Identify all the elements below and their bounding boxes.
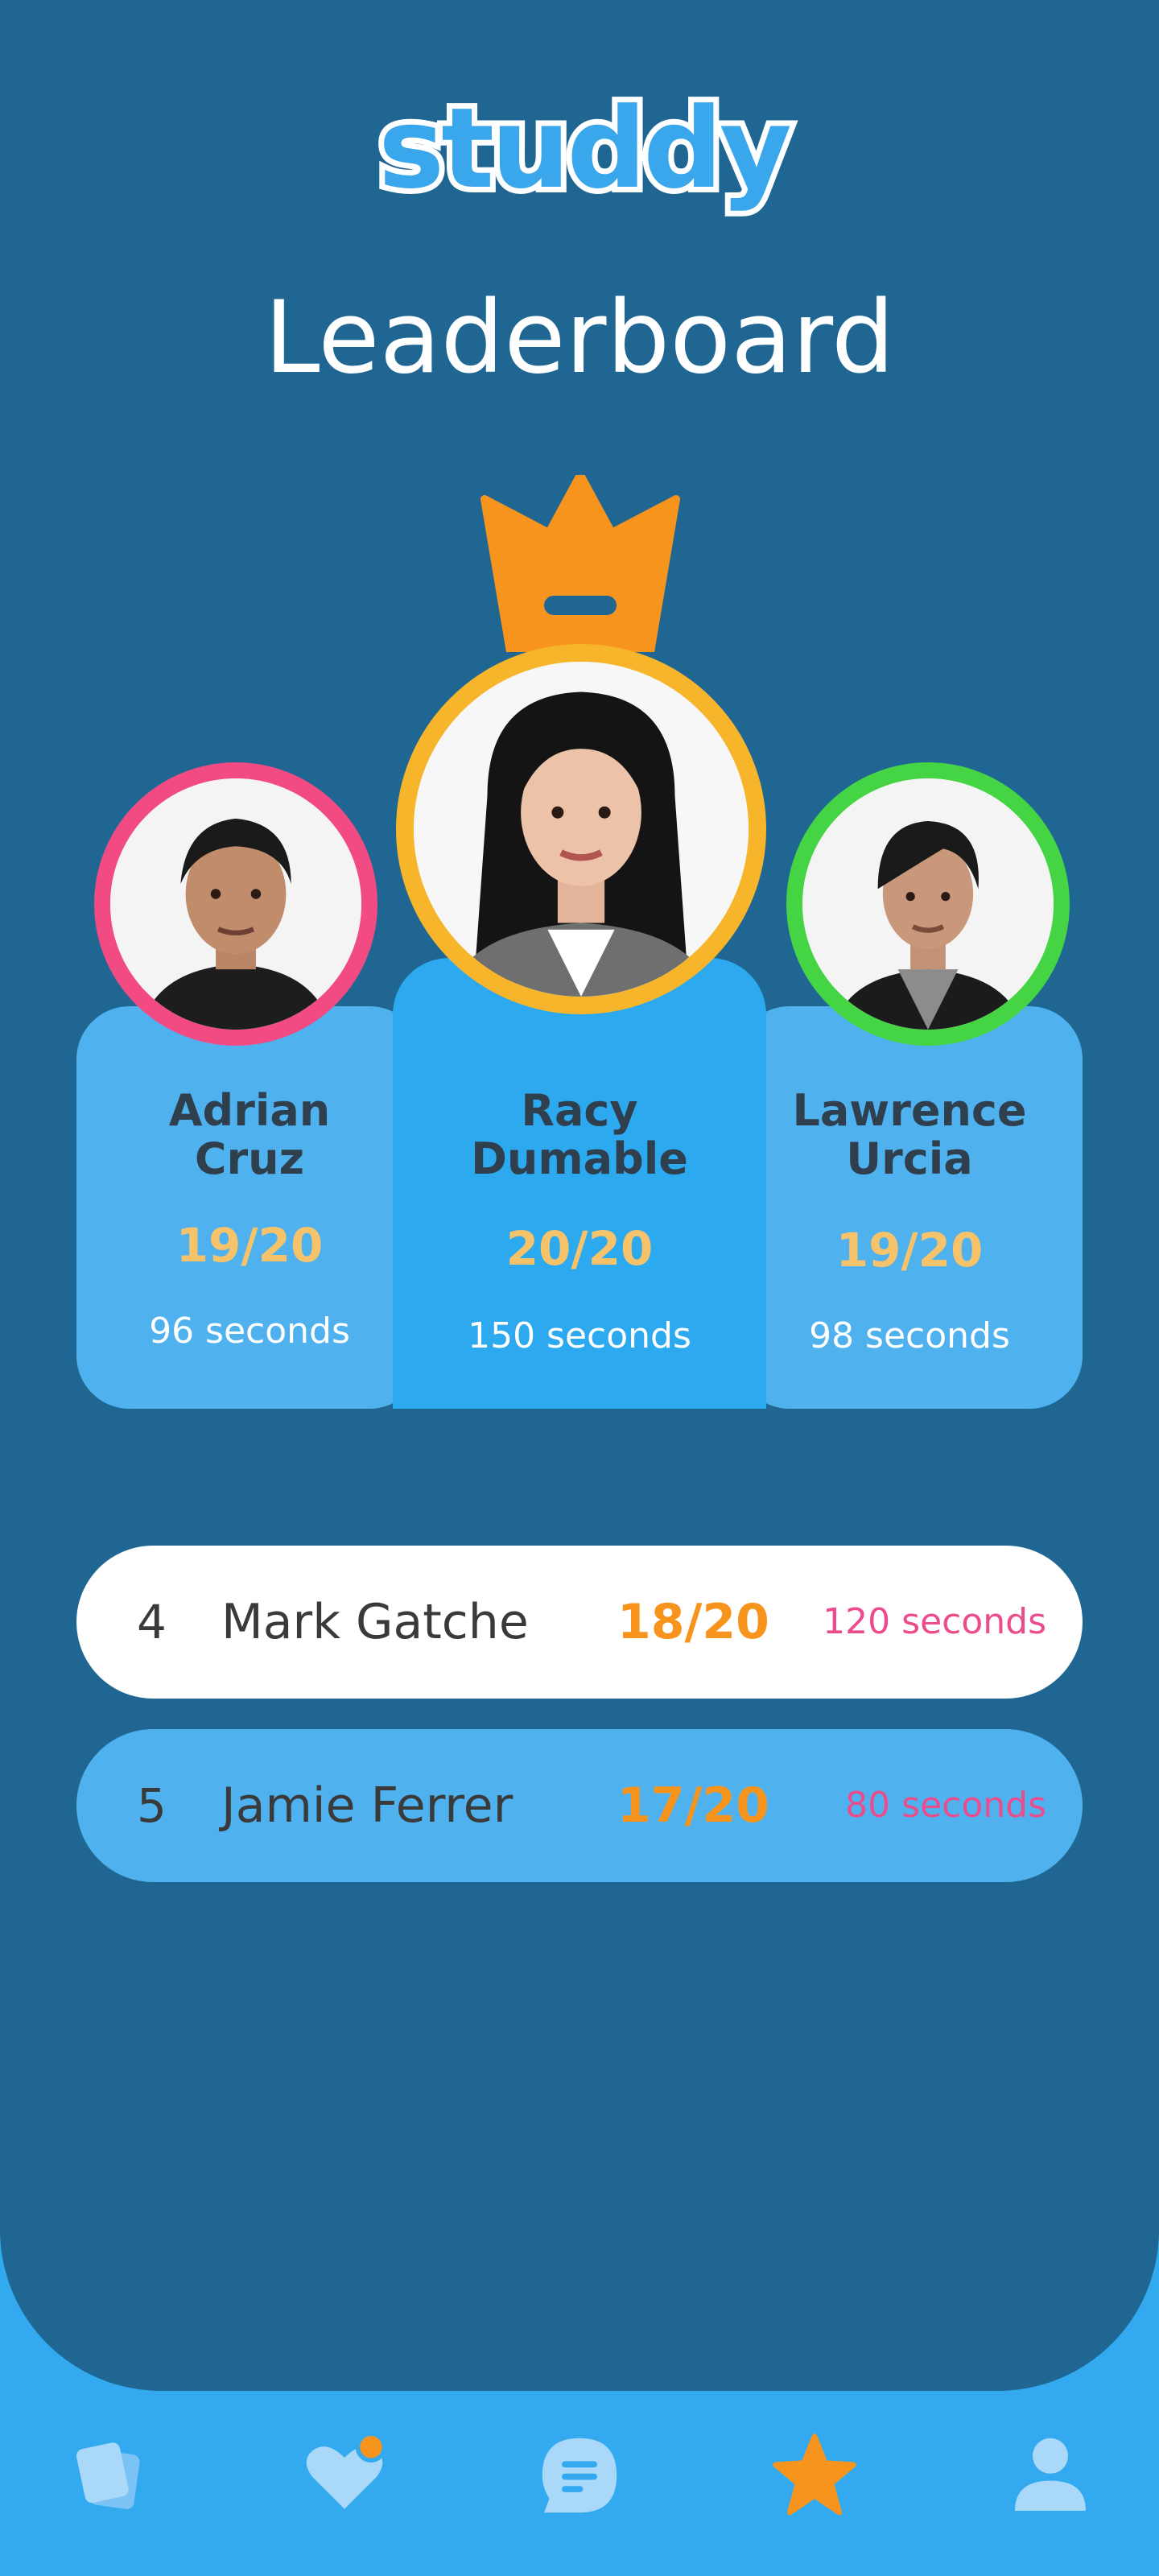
- podium-card-first[interactable]: Racy Dumable 20/20 150 seconds: [393, 958, 766, 1409]
- podium-name-first: Racy: [521, 1085, 638, 1136]
- avatar-racy-dumable[interactable]: [396, 644, 766, 1014]
- podium-score: 19/20: [175, 1218, 324, 1273]
- podium-name-last: Urcia: [846, 1133, 973, 1184]
- podium-score: 20/20: [505, 1221, 654, 1276]
- crown-icon: [481, 475, 680, 652]
- podium-score: 19/20: [835, 1223, 984, 1278]
- leaderboard-row[interactable]: 4 Mark Gatche 18/20 120 seconds: [76, 1546, 1083, 1699]
- leaderboard-row[interactable]: 5 Jamie Ferrer 17/20 80 seconds: [76, 1729, 1083, 1882]
- podium-card-third[interactable]: Lawrence Urcia 19/20 98 seconds: [736, 1006, 1083, 1409]
- studdy-logo: studdy: [373, 78, 798, 219]
- heart-notification-icon: [306, 2431, 387, 2509]
- row-rank: 4: [137, 1595, 167, 1649]
- row-name: Jamie Ferrer: [221, 1777, 514, 1834]
- person-photo: [802, 778, 1054, 1030]
- row-time: 120 seconds: [823, 1601, 1046, 1642]
- star-icon: [773, 2434, 856, 2516]
- podium-time: 98 seconds: [809, 1315, 1010, 1356]
- person-photo: [414, 662, 749, 997]
- nav-chat[interactable]: [535, 2431, 624, 2520]
- row-score: 18/20: [617, 1594, 769, 1650]
- person-photo: [110, 778, 361, 1030]
- podium-time: 96 seconds: [149, 1311, 350, 1352]
- nav-profile[interactable]: [1006, 2431, 1095, 2520]
- nav-leaderboard[interactable]: [770, 2431, 859, 2520]
- flashcards-icon: [76, 2442, 140, 2509]
- profile-icon: [1015, 2438, 1086, 2511]
- podium-name-first: Adrian: [168, 1085, 331, 1136]
- podium-name-last: Dumable: [471, 1133, 688, 1184]
- page-title: Leaderboard: [264, 280, 895, 396]
- nav-flashcards[interactable]: [64, 2431, 153, 2520]
- avatar-adrian-cruz[interactable]: [94, 762, 377, 1046]
- podium-card-second[interactable]: Adrian Cruz 19/20 96 seconds: [76, 1006, 423, 1409]
- podium-name-last: Cruz: [194, 1133, 305, 1184]
- row-time: 80 seconds: [845, 1785, 1046, 1826]
- nav-favorites[interactable]: [300, 2431, 389, 2520]
- podium-name-first: Lawrence: [792, 1085, 1027, 1136]
- logo-text: studdy: [373, 78, 798, 219]
- avatar-lawrence-urcia[interactable]: [786, 762, 1070, 1046]
- row-score: 17/20: [617, 1777, 769, 1834]
- row-rank: 5: [137, 1778, 167, 1833]
- podium-time: 150 seconds: [468, 1315, 691, 1356]
- row-name: Mark Gatche: [221, 1594, 529, 1650]
- chat-icon: [542, 2438, 617, 2513]
- bottom-nav: [0, 2391, 1159, 2576]
